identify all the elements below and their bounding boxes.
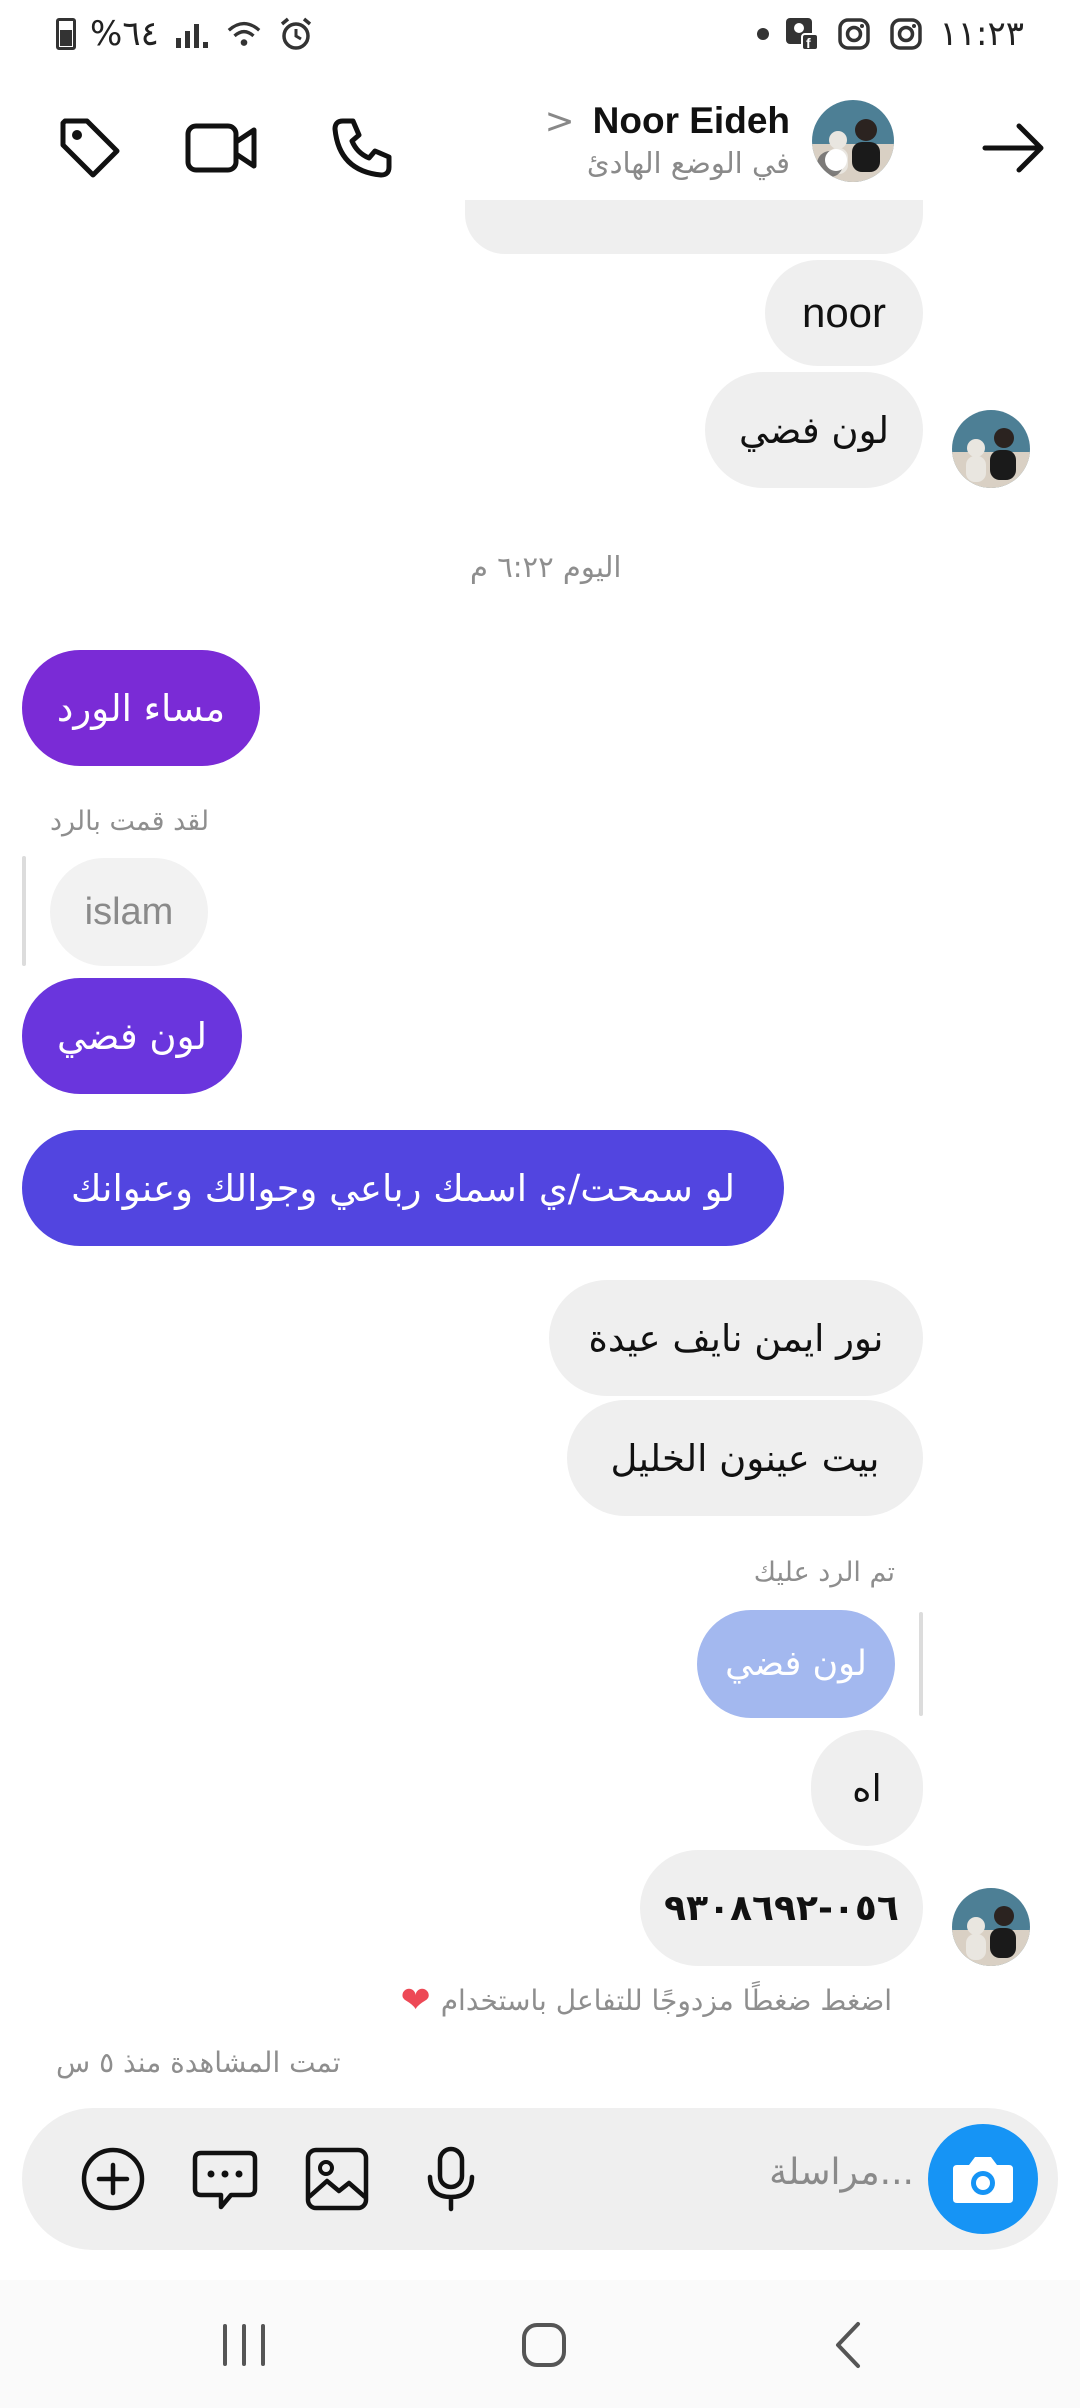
recent-apps-button[interactable] xyxy=(204,2310,284,2380)
timestamp: اليوم ٦:٢٢ م xyxy=(470,550,622,584)
tag-button[interactable] xyxy=(50,108,130,188)
notification-dot-icon xyxy=(757,28,770,40)
contact-avatar-small[interactable] xyxy=(952,410,1030,488)
reply-label: تم الرد عليك xyxy=(753,1557,895,1588)
reply-quote-text: islam xyxy=(84,890,174,933)
message-bubble-outgoing[interactable]: لو سمحت/ي اسمك رباعي وجوالك وعنوانك xyxy=(22,1130,784,1246)
chat-bubble-dots-icon xyxy=(192,2150,258,2210)
message-text: لو سمحت/ي اسمك رباعي وجوالك وعنوانك xyxy=(70,1166,735,1210)
reply-label: لقد قمت بالرد xyxy=(50,806,210,837)
message-composer: مراسلة... xyxy=(22,2108,1058,2250)
seen-indicator: تمت المشاهدة منذ ٥ س xyxy=(56,2046,341,2079)
message-text: بيت عينون الخليل xyxy=(610,1436,880,1480)
message-bubble[interactable]: اه xyxy=(811,1730,923,1846)
message-text: نور ايمن نايف عيدة xyxy=(588,1316,884,1360)
reply-quote-bar xyxy=(919,1612,923,1716)
arrow-right-icon xyxy=(982,123,1044,173)
microphone-icon xyxy=(427,2146,475,2212)
back-button[interactable] xyxy=(974,108,1054,188)
message-bubble[interactable]: ٠٥٦-٩٣٠٨٦٩٢ xyxy=(640,1850,923,1966)
tag-icon xyxy=(60,118,120,178)
status-left: %٦٤ xyxy=(56,14,315,54)
message-input[interactable]: مراسلة... xyxy=(769,2152,914,2193)
heart-icon: ❤ xyxy=(400,1980,431,2021)
gallery-button[interactable] xyxy=(298,2140,376,2218)
alarm-icon xyxy=(277,15,315,53)
message-text: لون فضي xyxy=(739,408,889,452)
message-text: مساء الورد xyxy=(56,686,226,730)
message-bubble-partial[interactable] xyxy=(465,200,923,254)
contact-info[interactable]: > Noor Eideh في الوضع الهادئ xyxy=(544,100,790,180)
instagram-notification-icon xyxy=(835,15,873,53)
voice-call-button[interactable] xyxy=(322,108,402,188)
chat-options-button[interactable] xyxy=(186,2140,264,2218)
message-bubble[interactable]: لون فضي xyxy=(705,372,923,488)
phone-icon xyxy=(332,118,392,178)
reply-quote-text: لون فضي xyxy=(725,1644,867,1684)
chevron-right-icon: > xyxy=(544,100,575,142)
plus-circle-icon xyxy=(81,2147,145,2211)
battery-level: %٦٤ xyxy=(90,14,159,54)
recent-apps-icon xyxy=(223,2324,265,2366)
reply-quote-bubble[interactable]: islam xyxy=(50,858,208,966)
message-text: اه xyxy=(852,1766,882,1810)
message-text: noor xyxy=(801,289,887,336)
contact-name[interactable]: Noor Eideh xyxy=(593,100,790,142)
message-text: لون فضي xyxy=(57,1014,207,1058)
contact-status: في الوضع الهادئ xyxy=(586,146,790,180)
message-bubble-outgoing[interactable]: لون فضي xyxy=(22,978,242,1094)
double-tap-hint: ❤ اضغط ضغطًا مزدوجًا للتفاعل باستخدام xyxy=(401,1980,892,2021)
system-navigation-bar xyxy=(0,2280,1080,2408)
chevron-left-icon xyxy=(836,2322,860,2368)
camera-icon xyxy=(953,2157,1013,2203)
reply-quote-bubble[interactable]: لون فضي xyxy=(697,1610,895,1718)
wifi-icon xyxy=(225,15,263,53)
contact-avatar-small[interactable] xyxy=(952,1888,1030,1966)
message-bubble[interactable]: noor xyxy=(765,260,923,366)
status-right: f ١١:٢٣ xyxy=(757,14,1024,54)
clock: ١١:٢٣ xyxy=(939,14,1024,54)
signal-icon xyxy=(173,15,211,53)
svg-text:f: f xyxy=(806,35,811,51)
status-bar: %٦٤ f ١١:٢٣ xyxy=(0,0,1080,72)
instagram-notification-icon-2 xyxy=(887,15,925,53)
hint-text: اضغط ضغطًا مزدوجًا للتفاعل باستخدام xyxy=(440,1984,892,2017)
facebook-notification-icon: f xyxy=(783,15,821,53)
battery-icon xyxy=(56,18,76,50)
reply-quote-bar xyxy=(22,856,26,966)
camera-button[interactable] xyxy=(928,2124,1038,2234)
video-camera-icon xyxy=(185,123,257,173)
add-button[interactable] xyxy=(74,2140,152,2218)
video-call-button[interactable] xyxy=(182,108,262,188)
message-bubble[interactable]: بيت عينون الخليل xyxy=(567,1400,923,1516)
image-icon xyxy=(305,2147,369,2211)
message-text: ٠٥٦-٩٣٠٨٦٩٢ xyxy=(664,1887,899,1929)
message-bubble-outgoing[interactable]: مساء الورد xyxy=(22,650,260,766)
voice-message-button[interactable] xyxy=(412,2140,490,2218)
home-button[interactable] xyxy=(504,2310,584,2380)
system-back-button[interactable] xyxy=(808,2310,888,2380)
contact-avatar[interactable] xyxy=(812,100,894,182)
message-bubble[interactable]: نور ايمن نايف عيدة xyxy=(549,1280,923,1396)
home-icon xyxy=(522,2323,566,2367)
